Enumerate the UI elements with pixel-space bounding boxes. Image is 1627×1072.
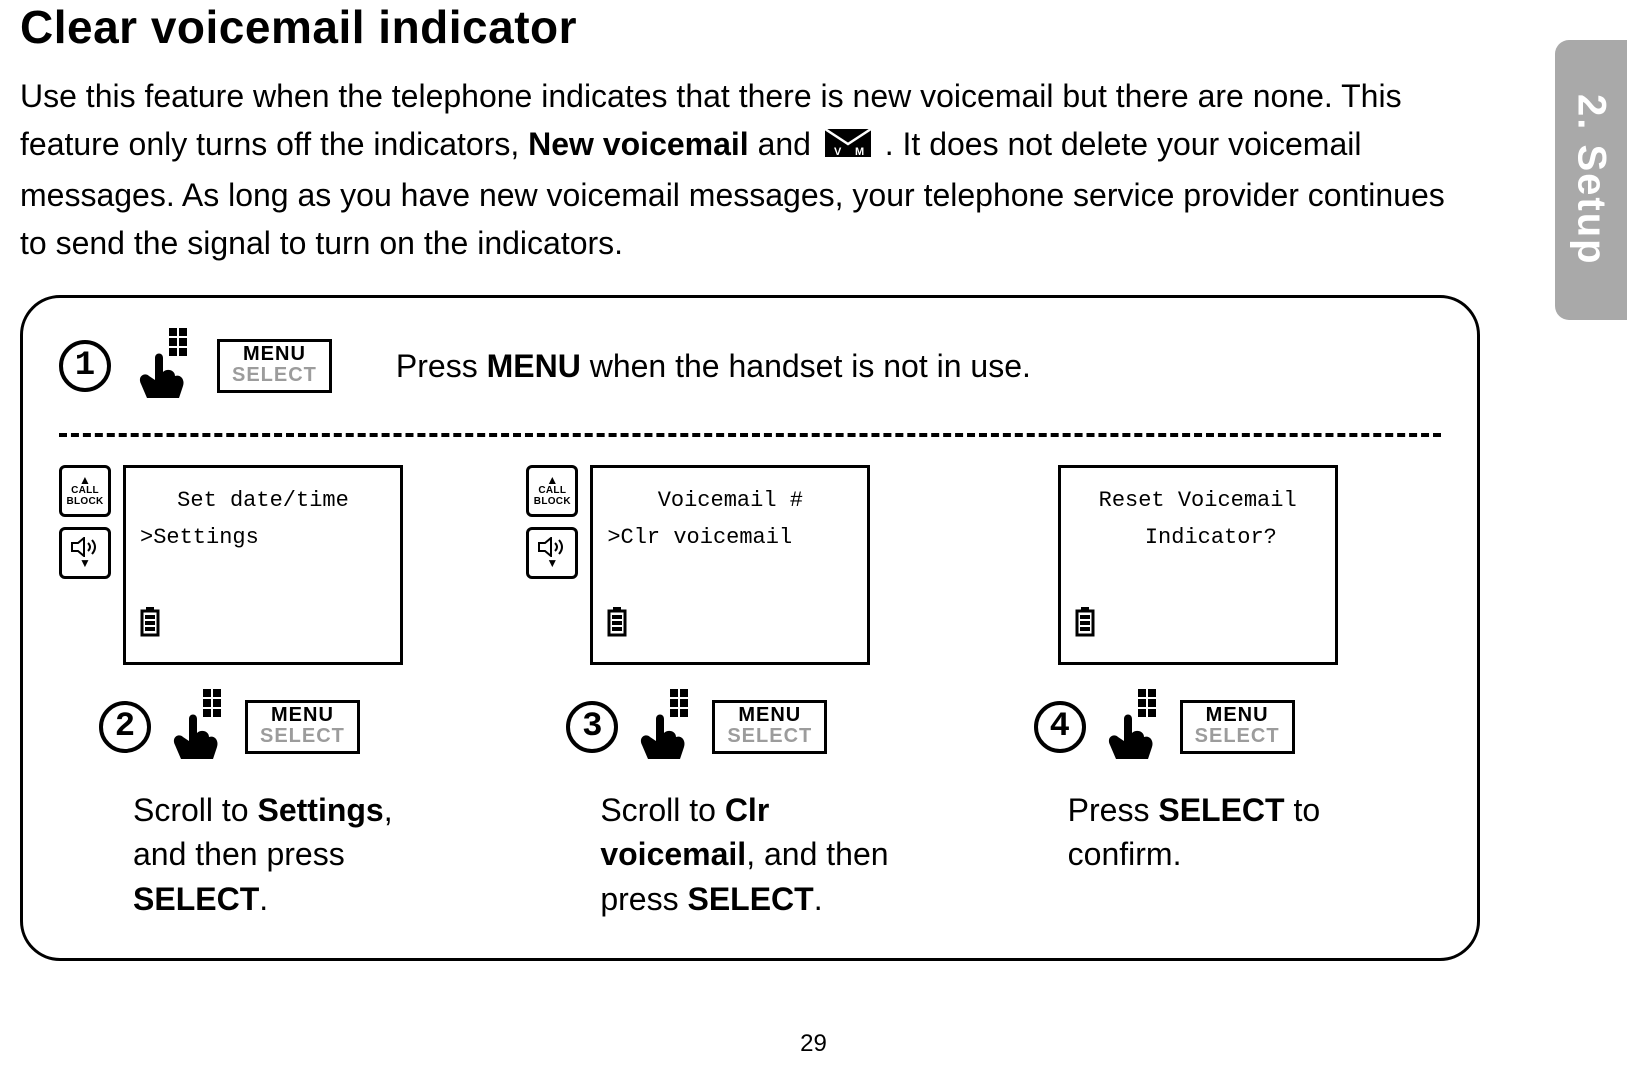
s3a: Scroll to xyxy=(600,792,724,828)
screen4-line2: Indicator? xyxy=(1075,521,1321,554)
nav-down-button[interactable]: ▼ xyxy=(526,527,578,579)
nav-up-line1: CALL xyxy=(71,486,99,497)
svg-text:V: V xyxy=(834,146,842,158)
nav-up-button[interactable]: ▲ CALL BLOCK xyxy=(59,465,111,517)
nav-buttons: ▲ CALL BLOCK ▼ xyxy=(59,465,111,579)
nav-down-button[interactable]: ▼ xyxy=(59,527,111,579)
step-2-screen-row: ▲ CALL BLOCK ▼ Set date/time >Setting xyxy=(59,465,403,665)
select-label: SELECT xyxy=(260,726,345,747)
step-2-text: Scroll to Settings, and then press SELEC… xyxy=(59,788,439,922)
step-3-screen-row: ▲ CALL BLOCK ▼ Voicemail # >Clr voicemai… xyxy=(526,465,870,665)
menu-label: MENU xyxy=(260,705,345,726)
menu-select-button[interactable]: MENU SELECT xyxy=(1180,700,1295,754)
step-number-3: 3 xyxy=(566,701,618,753)
s4b1: SELECT xyxy=(1158,792,1284,828)
down-arrow-icon: ▼ xyxy=(79,557,91,569)
battery-icon xyxy=(1075,607,1095,648)
intro-paragraph: Use this feature when the telephone indi… xyxy=(20,72,1470,267)
speaker-icon xyxy=(537,537,567,557)
intro-part2: and xyxy=(758,126,820,162)
step-3-text: Scroll to Clr voicemail, and then press … xyxy=(526,788,906,922)
steps-container: 1 MENU SELECT Press MENU when the handse… xyxy=(20,295,1480,961)
menu-select-button[interactable]: MENU SELECT xyxy=(245,700,360,754)
press-hand-icon xyxy=(169,689,227,766)
step1-text-b: when the handset is not in use. xyxy=(590,348,1031,384)
section-tab: 2. Setup xyxy=(1555,40,1627,320)
press-hand-icon xyxy=(135,328,193,405)
intro-bold1: New voicemail xyxy=(528,126,749,162)
step-4-text: Press SELECT to confirm. xyxy=(994,788,1374,878)
step-divider xyxy=(59,433,1441,437)
screen2-line1: Set date/time xyxy=(140,484,386,517)
step-4-screen-row: Reset Voicemail Indicator? xyxy=(994,465,1338,665)
menu-label: MENU xyxy=(1195,705,1280,726)
screen4-line1: Reset Voicemail xyxy=(1075,484,1321,517)
screen2-line2: >Settings xyxy=(140,521,386,554)
menu-label: MENU xyxy=(232,344,317,365)
screen3-line2: >Clr voicemail xyxy=(607,521,853,554)
step-number-2: 2 xyxy=(99,701,151,753)
page-number: 29 xyxy=(800,1030,827,1058)
s2a: Scroll to xyxy=(133,792,257,828)
step-number-1: 1 xyxy=(59,340,111,392)
menu-select-button[interactable]: MENU SELECT xyxy=(217,339,332,393)
select-label: SELECT xyxy=(232,365,317,386)
step-4-action-row: 4 MENU SELECT xyxy=(994,689,1295,766)
nav-buttons: ▲ CALL BLOCK ▼ xyxy=(526,465,578,579)
select-label: SELECT xyxy=(1195,726,1280,747)
phone-screen-3: Voicemail # >Clr voicemail xyxy=(590,465,870,665)
menu-label: MENU xyxy=(727,705,812,726)
step-1-text: Press MENU when the handset is not in us… xyxy=(396,348,1031,385)
press-hand-icon xyxy=(636,689,694,766)
step-2-column: ▲ CALL BLOCK ▼ Set date/time >Setting xyxy=(59,465,506,922)
nav-up-button[interactable]: ▲ CALL BLOCK xyxy=(526,465,578,517)
step-3-action-row: 3 MENU SELECT xyxy=(526,689,827,766)
svg-text:M: M xyxy=(855,146,864,158)
down-arrow-icon: ▼ xyxy=(546,557,558,569)
steps-grid: ▲ CALL BLOCK ▼ Set date/time >Setting xyxy=(59,465,1441,922)
press-hand-icon xyxy=(1104,689,1162,766)
page-title: Clear voicemail indicator xyxy=(20,0,1607,54)
screen3-line1: Voicemail # xyxy=(607,484,853,517)
step-3-column: ▲ CALL BLOCK ▼ Voicemail # >Clr voicemai… xyxy=(526,465,973,922)
phone-screen-2: Set date/time >Settings xyxy=(123,465,403,665)
menu-select-button[interactable]: MENU SELECT xyxy=(712,700,827,754)
step-4-column: Reset Voicemail Indicator? 4 MENU SELECT xyxy=(994,465,1441,922)
step-1-row: 1 MENU SELECT Press MENU when the handse… xyxy=(59,328,1441,405)
speaker-icon xyxy=(70,537,100,557)
step1-text-a: Press xyxy=(396,348,487,384)
battery-icon xyxy=(140,607,160,648)
voicemail-envelope-icon: V M xyxy=(824,123,872,171)
step1-text-bold: MENU xyxy=(487,348,581,384)
select-label: SELECT xyxy=(727,726,812,747)
nav-up-line1: CALL xyxy=(538,486,566,497)
s3c: . xyxy=(814,881,823,917)
s4a: Press xyxy=(1068,792,1159,828)
s2c: . xyxy=(259,881,268,917)
section-tab-label: 2. Setup xyxy=(1569,94,1614,266)
battery-icon xyxy=(607,607,627,648)
s2b2: SELECT xyxy=(133,881,259,917)
nav-up-line2: BLOCK xyxy=(534,497,571,508)
phone-screen-4: Reset Voicemail Indicator? xyxy=(1058,465,1338,665)
nav-up-line2: BLOCK xyxy=(66,497,103,508)
s3b2: SELECT xyxy=(687,881,813,917)
s2b1: Settings xyxy=(257,792,383,828)
step-number-4: 4 xyxy=(1034,701,1086,753)
step-2-action-row: 2 MENU SELECT xyxy=(59,689,360,766)
